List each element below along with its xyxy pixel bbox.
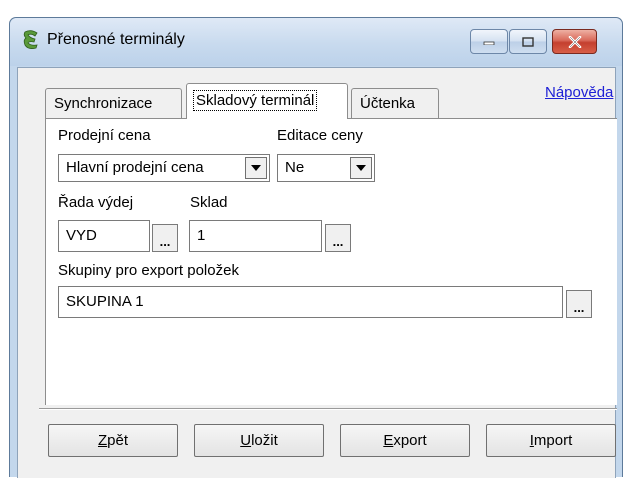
- app-icon: [22, 30, 40, 50]
- sale-price-label: Prodejní cena: [58, 127, 151, 144]
- price-edit-select[interactable]: Ne: [277, 154, 375, 182]
- groups-input[interactable]: SKUPINA 1: [58, 286, 563, 318]
- dropdown-button[interactable]: [350, 157, 372, 179]
- tab-skladovy-terminal[interactable]: Skladový terminál: [186, 83, 348, 119]
- save-mnemonic: U: [240, 432, 252, 449]
- import-button[interactable]: Import: [486, 424, 616, 457]
- warehouse-input[interactable]: 1: [189, 220, 322, 252]
- sale-price-select[interactable]: Hlavní prodejní cena: [58, 154, 270, 182]
- groups-value: SKUPINA 1: [66, 293, 144, 310]
- app-window: Přenosné terminály Synchronizace Skladov…: [9, 17, 623, 478]
- back-button[interactable]: Zpět: [48, 424, 178, 457]
- tab-label: Skladový terminál: [192, 90, 318, 111]
- maximize-icon: [522, 36, 534, 47]
- tab-strip: Synchronizace Skladový terminál Účtenka …: [18, 68, 615, 119]
- issue-series-input[interactable]: VYD: [58, 220, 150, 252]
- tab-synchronizace[interactable]: Synchronizace: [45, 88, 182, 118]
- tab-uctenka[interactable]: Účtenka: [351, 88, 439, 118]
- issue-series-browse-button[interactable]: ...: [152, 224, 178, 252]
- maximize-button[interactable]: [509, 29, 547, 54]
- tab-label: Účtenka: [360, 95, 416, 112]
- export-label: xport: [393, 432, 427, 449]
- import-label: mport: [533, 432, 573, 449]
- separator: [39, 408, 617, 410]
- dialog-body: Synchronizace Skladový terminál Účtenka …: [17, 67, 617, 478]
- issue-series-label: Řada výdej: [58, 194, 134, 211]
- chevron-down-icon: [251, 165, 261, 171]
- price-edit-value: Ne: [285, 159, 305, 176]
- minimize-button[interactable]: [470, 29, 508, 54]
- back-mnemonic: Z: [97, 432, 108, 449]
- export-button[interactable]: Export: [340, 424, 470, 457]
- groups-browse-button[interactable]: ...: [566, 290, 592, 318]
- minimize-icon: [483, 41, 495, 45]
- export-mnemonic: E: [383, 432, 394, 449]
- warehouse-browse-button[interactable]: ...: [325, 224, 351, 252]
- tab-label: Synchronizace: [54, 95, 153, 112]
- close-icon: [568, 35, 581, 48]
- save-button[interactable]: Uložit: [194, 424, 324, 457]
- issue-series-value: VYD: [66, 227, 97, 244]
- tab-panel: Prodejní cena Editace ceny Hlavní prodej…: [45, 118, 617, 405]
- close-button[interactable]: [552, 29, 597, 54]
- save-label: ložit: [251, 432, 278, 449]
- window-title: Přenosné terminály: [47, 31, 185, 48]
- warehouse-label: Sklad: [190, 194, 228, 211]
- help-link[interactable]: Nápověda: [545, 84, 613, 101]
- title-bar[interactable]: Přenosné terminály: [10, 18, 622, 66]
- price-edit-label: Editace ceny: [277, 127, 363, 144]
- back-label: pět: [107, 432, 129, 449]
- dropdown-button[interactable]: [245, 157, 267, 179]
- sale-price-value: Hlavní prodejní cena: [66, 159, 204, 176]
- groups-label: Skupiny pro export položek: [58, 262, 239, 279]
- warehouse-value: 1: [197, 227, 206, 244]
- chevron-down-icon: [356, 165, 366, 171]
